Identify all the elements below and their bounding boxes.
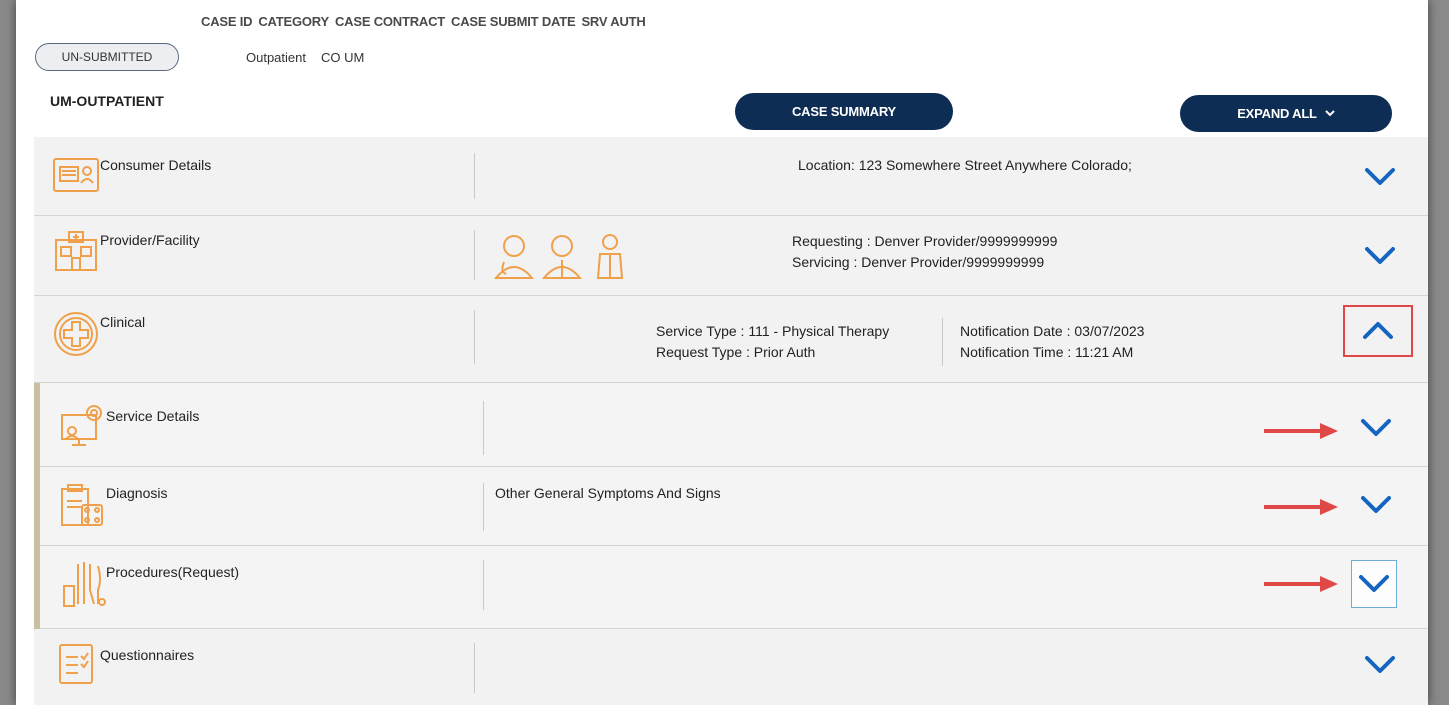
divider	[483, 560, 484, 610]
expand-service-details-button[interactable]	[1360, 418, 1392, 438]
service-type: Service Type : 111 - Physical Therapy	[656, 323, 890, 339]
service-details-icon	[58, 401, 108, 452]
section-title: Questionnaires	[100, 647, 195, 663]
expand-diagnosis-button[interactable]	[1360, 495, 1392, 515]
requesting-provider: Requesting : Denver Provider/9999999999	[792, 233, 1058, 249]
module-title: UM-OUTPATIENT	[50, 93, 164, 109]
section-title: Diagnosis	[106, 485, 168, 501]
chevron-up-icon	[1363, 322, 1393, 339]
section-diagnosis: Diagnosis Other General Symptoms And Sig…	[40, 467, 1428, 546]
id-card-icon	[52, 157, 100, 198]
diagnosis-value: Other General Symptoms And Signs	[495, 485, 721, 501]
expand-provider-button[interactable]	[1364, 246, 1396, 266]
section-title: Service Details	[106, 408, 200, 424]
chevron-down-icon	[1325, 108, 1335, 120]
section-procedures: Procedures(Request)	[40, 546, 1428, 629]
section-provider-facility: Provider/Facility Requesting : Denver Pr…	[34, 216, 1428, 296]
expand-procedures-button[interactable]	[1358, 574, 1390, 594]
expand-all-label: EXPAND ALL	[1237, 106, 1317, 121]
facility-icon	[52, 230, 100, 277]
section-title: Consumer Details	[100, 157, 212, 173]
col-case-submit-date: CASE SUBMIT DATE	[451, 14, 576, 29]
divider	[483, 401, 484, 455]
col-category: CATEGORY	[258, 14, 329, 29]
section-title: Procedures(Request)	[106, 564, 240, 580]
divider	[474, 643, 475, 693]
section-clinical: Clinical Service Type : 111 - Physical T…	[34, 296, 1428, 383]
status-badge: UN-SUBMITTED	[35, 43, 179, 71]
case-summary-button[interactable]: CASE SUMMARY	[735, 93, 953, 130]
section-service-details: Service Details	[40, 383, 1428, 467]
section-title: Provider/Facility	[100, 232, 200, 248]
case-header-columns: CASE ID CATEGORY CASE CONTRACT CASE SUBMIT …	[201, 14, 652, 29]
divider	[483, 483, 484, 531]
notification-time: Notification Time : 11:21 AM	[960, 344, 1134, 360]
category-value: Outpatient	[246, 50, 306, 65]
procedures-icon	[62, 560, 108, 613]
expand-all-button[interactable]: EXPAND ALL	[1180, 95, 1392, 132]
consumer-location: Location: 123 Somewhere Street Anywhere …	[798, 157, 1132, 173]
case-window: CASE ID CATEGORY CASE CONTRACT CASE SUBMIT …	[16, 0, 1428, 705]
expand-questionnaires-button[interactable]	[1364, 655, 1396, 675]
red-arrow-icon	[1262, 574, 1340, 599]
case-summary-label: CASE SUMMARY	[791, 104, 896, 119]
notification-date: Notification Date : 03/07/2023	[960, 323, 1145, 339]
collapse-clinical-button[interactable]	[1362, 320, 1394, 340]
chevron-down-icon	[1359, 575, 1389, 592]
questionnaire-icon	[58, 643, 94, 690]
divider	[474, 230, 475, 280]
red-arrow-icon	[1262, 421, 1340, 446]
doctor-icon	[493, 234, 624, 279]
section-title: Clinical	[100, 314, 146, 330]
doctor-icons	[492, 230, 632, 285]
servicing-provider: Servicing : Denver Provider/9999999999	[792, 254, 1045, 270]
col-case-id: CASE ID	[201, 14, 253, 29]
contract-value: CO UM	[321, 50, 365, 65]
request-type: Request Type : Prior Auth	[656, 344, 816, 360]
divider	[474, 153, 475, 199]
chevron-down-icon	[1361, 496, 1391, 513]
col-case-contract: CASE CONTRACT	[334, 14, 446, 29]
divider	[474, 310, 475, 364]
section-questionnaires: Questionnaires	[34, 629, 1428, 705]
red-arrow-icon	[1262, 497, 1340, 522]
chevron-down-icon	[1365, 656, 1395, 673]
divider	[942, 318, 943, 366]
section-consumer-details: Consumer Details Location: 123 Somewhere…	[34, 137, 1428, 216]
expand-consumer-button[interactable]	[1364, 167, 1396, 187]
col-srv-auth: SRV AUTH	[581, 14, 646, 29]
clinical-cross-icon	[52, 310, 100, 363]
chevron-down-icon	[1361, 419, 1391, 436]
diagnosis-icon	[58, 483, 106, 534]
